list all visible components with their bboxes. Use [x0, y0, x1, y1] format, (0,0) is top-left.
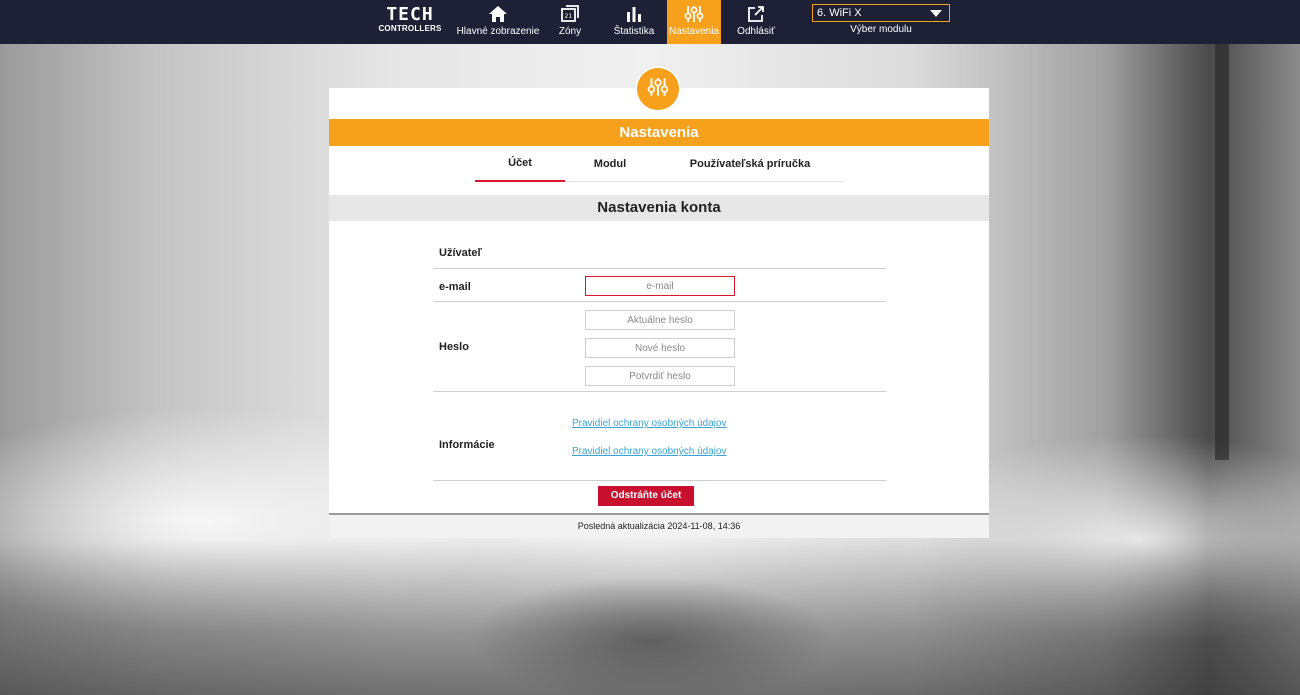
statistics-icon [620, 0, 648, 26]
logout-icon [742, 0, 770, 26]
nav-settings[interactable]: Nastavenia [667, 0, 721, 44]
settings-card: Nastavenia Účet Modul Používateľská prír… [329, 88, 989, 538]
module-select-value: 6. WiFi X [817, 7, 862, 19]
home-icon [484, 0, 512, 26]
delete-account-button[interactable]: Odstráňte účet [598, 486, 694, 506]
top-navbar: TECH CONTROLLERS Hlavné zobrazenie 21 Zó… [0, 0, 1300, 44]
page-banner-title: Nastavenia [329, 119, 989, 146]
settings-sliders-icon [646, 76, 670, 103]
nav-zones[interactable]: 21 Zóny [554, 0, 586, 44]
nav-logout[interactable]: Odhlásiť [734, 0, 778, 44]
current-password-input[interactable] [585, 310, 735, 330]
nav-zones-label: Zóny [558, 26, 582, 37]
new-password-input[interactable] [585, 338, 735, 358]
nav-home-label: Hlavné zobrazenie [456, 26, 540, 37]
nav-statistics-label: Štatistika [613, 26, 655, 37]
password-label: Heslo [439, 341, 469, 353]
settings-badge [635, 66, 681, 112]
info-label: Informácie [439, 439, 495, 451]
svg-text:21: 21 [565, 13, 573, 20]
user-row: Užívateľ [433, 234, 886, 269]
info-row: Informácie Pravidiel ochrany osobných úd… [433, 392, 886, 481]
privacy-policy-link[interactable]: Pravidiel ochrany osobných údajov [572, 418, 727, 429]
tab-user-manual[interactable]: Používateľská príručka [655, 146, 845, 182]
tab-module[interactable]: Modul [565, 146, 655, 182]
section-title: Nastavenia konta [329, 195, 989, 221]
module-selector: 6. WiFi X Výber modulu [812, 4, 950, 38]
confirm-password-input[interactable] [585, 366, 735, 386]
email-row: e-mail [433, 269, 886, 302]
account-form: Užívateľ e-mail Heslo Informácie Pravidi… [433, 234, 886, 481]
logo-subtext: CONTROLLERS [378, 24, 442, 33]
module-select-dropdown[interactable]: 6. WiFi X [812, 4, 950, 22]
settings-tabs: Účet Modul Používateľská príručka [475, 146, 845, 182]
nav-statistics[interactable]: Štatistika [610, 0, 658, 44]
nav-home[interactable]: Hlavné zobrazenie [456, 0, 540, 44]
email-label: e-mail [439, 281, 471, 293]
password-row: Heslo [433, 302, 886, 392]
privacy-policy-link-2[interactable]: Pravidiel ochrany osobných údajov [572, 446, 727, 457]
user-label: Užívateľ [439, 247, 482, 259]
nav-settings-label: Nastavenia [668, 26, 720, 37]
logo-text: TECH [386, 4, 434, 25]
chevron-down-icon [930, 10, 942, 17]
zones-icon: 21 [556, 0, 584, 26]
tab-account[interactable]: Účet [475, 146, 565, 182]
settings-sliders-icon [680, 0, 708, 26]
last-update-footer: Posledná aktualizácia 2024-11-08, 14:36 [329, 513, 989, 538]
tech-controllers-logo[interactable]: TECH CONTROLLERS [378, 6, 442, 38]
nav-logout-label: Odhlásiť [737, 26, 775, 37]
module-select-caption: Výber modulu [850, 24, 912, 35]
email-input[interactable] [585, 276, 735, 296]
